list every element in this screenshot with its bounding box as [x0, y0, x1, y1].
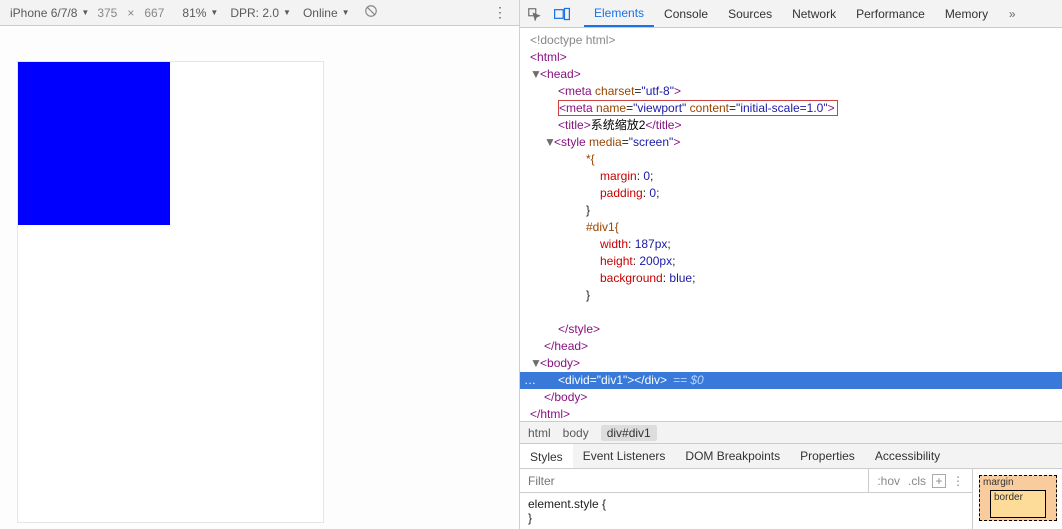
selected-dom-node[interactable]: …<div id="div1"></div>== $0 [520, 372, 1062, 389]
cls-toggle[interactable]: .cls [906, 474, 928, 488]
new-rule-button[interactable]: + [932, 474, 946, 488]
styles-panel: :hov .cls + ⋮ element.style { } margin b… [520, 469, 1062, 529]
inspect-icon[interactable] [520, 0, 548, 27]
styles-filter-input[interactable] [520, 474, 868, 488]
div1-preview[interactable] [18, 62, 170, 225]
rotate-icon[interactable] [364, 4, 378, 21]
viewport-height[interactable]: 667 [144, 6, 164, 20]
devtools-tabbar: Elements Console Sources Network Perform… [520, 0, 1062, 28]
subtab-properties[interactable]: Properties [790, 444, 865, 468]
element-style-rule[interactable]: element.style { } [520, 493, 972, 529]
subtab-styles[interactable]: Styles [520, 444, 573, 468]
device-viewport-pane: iPhone 6/7/8▼ 375 × 667 81%▼ DPR: 2.0▼ O… [0, 0, 520, 529]
crumb-body[interactable]: body [563, 426, 589, 440]
devtools-pane: Elements Console Sources Network Perform… [520, 0, 1062, 529]
tab-performance[interactable]: Performance [846, 0, 935, 27]
dom-tree[interactable]: <!doctype html> <html> ▼<head> <meta cha… [520, 28, 1062, 421]
tab-network[interactable]: Network [782, 0, 846, 27]
subtab-dom-breakpoints[interactable]: DOM Breakpoints [675, 444, 790, 468]
styles-subtabs: Styles Event Listeners DOM Breakpoints P… [520, 443, 1062, 469]
subtab-event-listeners[interactable]: Event Listeners [573, 444, 676, 468]
kebab-menu-icon[interactable]: ⋮ [487, 4, 513, 21]
tab-console[interactable]: Console [654, 0, 718, 27]
subtab-accessibility[interactable]: Accessibility [865, 444, 950, 468]
crumb-html[interactable]: html [528, 426, 551, 440]
tabs-overflow-icon[interactable]: » [998, 0, 1026, 27]
device-select[interactable]: iPhone 6/7/8▼ [6, 6, 93, 20]
tab-memory[interactable]: Memory [935, 0, 998, 27]
device-toolbar: iPhone 6/7/8▼ 375 × 667 81%▼ DPR: 2.0▼ O… [0, 0, 519, 26]
hov-toggle[interactable]: :hov [875, 474, 902, 488]
dimension-x: × [121, 6, 140, 20]
zoom-select[interactable]: 81%▼ [178, 6, 222, 20]
crumb-div[interactable]: div#div1 [601, 425, 657, 441]
meta-viewport-line[interactable]: <meta name="viewport" content="initial-s… [558, 100, 838, 116]
dpr-select[interactable]: DPR: 2.0▼ [226, 6, 295, 20]
device-frame [18, 62, 323, 522]
device-toggle-icon[interactable] [548, 0, 576, 27]
breadcrumb: html body div#div1 [520, 421, 1062, 443]
tab-elements[interactable]: Elements [584, 0, 654, 27]
rendered-viewport [0, 26, 519, 529]
tab-sources[interactable]: Sources [718, 0, 782, 27]
styles-menu-icon[interactable]: ⋮ [950, 474, 966, 488]
doctype: <!doctype html> [530, 33, 615, 47]
viewport-width[interactable]: 375 [97, 6, 117, 20]
network-select[interactable]: Online▼ [299, 6, 354, 20]
box-model[interactable]: margin border [972, 469, 1062, 529]
